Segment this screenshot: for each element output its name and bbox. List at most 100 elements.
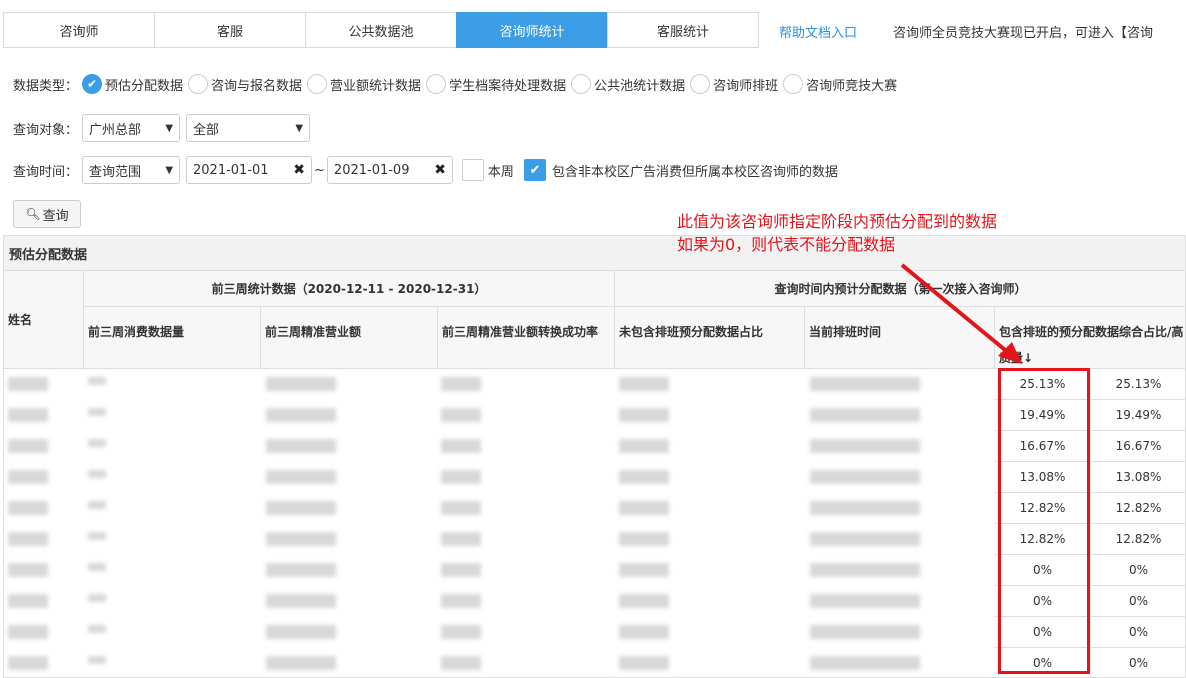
date-from-field[interactable]: 2021-01-01 ✖	[186, 156, 313, 184]
redacted-cell	[441, 594, 481, 608]
data-type-radio[interactable]: 咨询师排班	[690, 74, 778, 94]
date-to-field[interactable]: 2021-01-09 ✖	[326, 156, 453, 184]
radio-circle-icon	[783, 74, 804, 94]
scope-select[interactable]: 全部 ▼	[186, 114, 311, 142]
redacted-cell	[619, 470, 669, 484]
panel-title: 预估分配数据	[4, 236, 1185, 271]
tab-customer-service[interactable]: 客服	[154, 12, 305, 48]
tab-consultant[interactable]: 咨询师	[3, 12, 154, 48]
redacted-cell	[810, 470, 920, 484]
redacted-cell	[810, 656, 920, 670]
scope-select-value: 全部	[193, 122, 220, 138]
redacted-cell	[88, 563, 106, 571]
data-type-radio[interactable]: 咨询与报名数据	[188, 74, 302, 94]
redacted-cell	[441, 563, 481, 577]
redacted-cell	[8, 501, 48, 515]
column-header: 当前排班时间	[805, 307, 995, 369]
redacted-cell	[810, 532, 920, 546]
redacted-cell	[266, 501, 336, 515]
this-week-checkbox[interactable]	[461, 159, 484, 181]
notice-text: 咨询师全员竞技大赛现已开启，可进入【咨询	[893, 26, 1154, 41]
chevron-down-icon: ▼	[165, 164, 174, 176]
check-icon: ✔	[529, 162, 541, 178]
include-checkbox[interactable]: ✔	[523, 159, 546, 181]
redacted-cell	[441, 408, 481, 422]
tab-public-pool[interactable]: 公共数据池	[305, 12, 456, 48]
data-type-radio[interactable]: ✔ 预估分配数据	[82, 74, 183, 94]
redacted-cell	[619, 625, 669, 639]
radio-circle-icon	[426, 74, 447, 94]
group-header-prev-weeks: 前三周统计数据（2020-12-11 - 2020-12-31）	[84, 271, 615, 307]
time-mode-value: 查询范围	[89, 164, 142, 180]
redacted-cell	[8, 439, 48, 453]
include-label: 包含非本校区广告消费但所属本校区咨询师的数据	[551, 164, 838, 180]
data-type-radio-label: 学生档案待处理数据	[449, 78, 567, 94]
redacted-cell	[266, 625, 336, 639]
redacted-cell	[619, 594, 669, 608]
redacted-cell	[8, 377, 48, 391]
redacted-cell	[619, 656, 669, 670]
ratio-cell: 0%	[1091, 648, 1185, 677]
data-type-radio-label: 预估分配数据	[105, 78, 184, 94]
chevron-down-icon: ▼	[165, 122, 174, 134]
data-type-row: 数据类型： ✔ 预估分配数据 咨询与报名数据 营业额统计数据 学生档案待处理数据 公共池统…	[13, 74, 902, 94]
redacted-cell	[810, 594, 920, 608]
redacted-cell	[88, 656, 106, 664]
highlight-box	[998, 368, 1090, 674]
redacted-cell	[810, 625, 920, 639]
check-icon: ✔	[82, 74, 103, 94]
ratio-cell: 0%	[1091, 586, 1185, 617]
clear-icon[interactable]: ✖	[293, 162, 305, 178]
redacted-cell	[441, 656, 481, 670]
redacted-cell	[619, 501, 669, 515]
target-row: 查询对象： 广州总部 ▼ 全部 ▼	[13, 114, 316, 142]
radio-circle-icon	[571, 74, 592, 94]
org-select[interactable]: 广州总部 ▼	[82, 114, 181, 142]
redacted-cell	[441, 470, 481, 484]
redacted-cell	[441, 532, 481, 546]
data-type-radio-label: 咨询师排班	[713, 78, 779, 94]
help-doc-link[interactable]: 帮助文档入口	[779, 22, 857, 41]
redacted-cell	[8, 594, 48, 608]
org-select-value: 广州总部	[89, 122, 142, 138]
data-type-radio-label: 公共池统计数据	[594, 78, 686, 94]
group-header-query-period: 查询时间内预计分配数据（第一次接入咨询师）	[615, 271, 1185, 307]
redacted-cell	[810, 439, 920, 453]
time-mode-select[interactable]: 查询范围 ▼	[82, 156, 181, 184]
redacted-cell	[88, 501, 106, 509]
redacted-cell	[266, 439, 336, 453]
redacted-cell	[88, 377, 106, 385]
column-header: 前三周精准营业额转换成功率	[438, 307, 615, 369]
redacted-cell	[88, 439, 106, 447]
data-type-radio[interactable]: 学生档案待处理数据	[426, 74, 566, 94]
redacted-cell	[441, 625, 481, 639]
data-type-radio-label: 咨询师竞技大赛	[806, 78, 898, 94]
top-tab-bar: 咨询师 客服 公共数据池 咨询师统计 客服统计	[3, 12, 759, 48]
redacted-cell	[266, 408, 336, 422]
this-week-label: 本周	[487, 164, 514, 180]
redacted-cell	[8, 563, 48, 577]
annotation-line-1: 此值为该咨询师指定阶段内预估分配到的数据	[677, 212, 998, 231]
redacted-cell	[810, 408, 920, 422]
data-type-radio-label: 咨询与报名数据	[211, 78, 303, 94]
tab-consultant-stats[interactable]: 咨询师统计	[456, 12, 607, 48]
name-header: 姓名	[4, 271, 84, 369]
search-icon: 🔍︎	[25, 207, 41, 221]
data-type-radio[interactable]: 公共池统计数据	[571, 74, 685, 94]
tab-cs-stats[interactable]: 客服统计	[607, 12, 759, 48]
ratio-cell: 0%	[1091, 555, 1185, 586]
redacted-cell	[810, 501, 920, 515]
redacted-cell	[810, 377, 920, 391]
data-type-radio[interactable]: 营业额统计数据	[307, 74, 421, 94]
query-button[interactable]: 🔍︎ 查询	[13, 200, 81, 228]
column-header: 前三周消费数据量	[84, 307, 261, 369]
data-type-radio-group: ✔ 预估分配数据 咨询与报名数据 营业额统计数据 学生档案待处理数据 公共池统计数据 咨询师…	[82, 74, 902, 94]
annotation-line-2: 如果为0，则代表不能分配数据	[677, 235, 896, 254]
radio-circle-icon	[188, 74, 209, 94]
redacted-cell	[88, 470, 106, 478]
data-type-radio[interactable]: 咨询师竞技大赛	[783, 74, 897, 94]
ratio-cell: 25.13%	[1091, 369, 1185, 400]
column-header[interactable]: 包含排班的预分配数据综合占比/高质量↓	[995, 307, 1185, 369]
redacted-cell	[88, 625, 106, 633]
clear-icon[interactable]: ✖	[434, 162, 446, 178]
